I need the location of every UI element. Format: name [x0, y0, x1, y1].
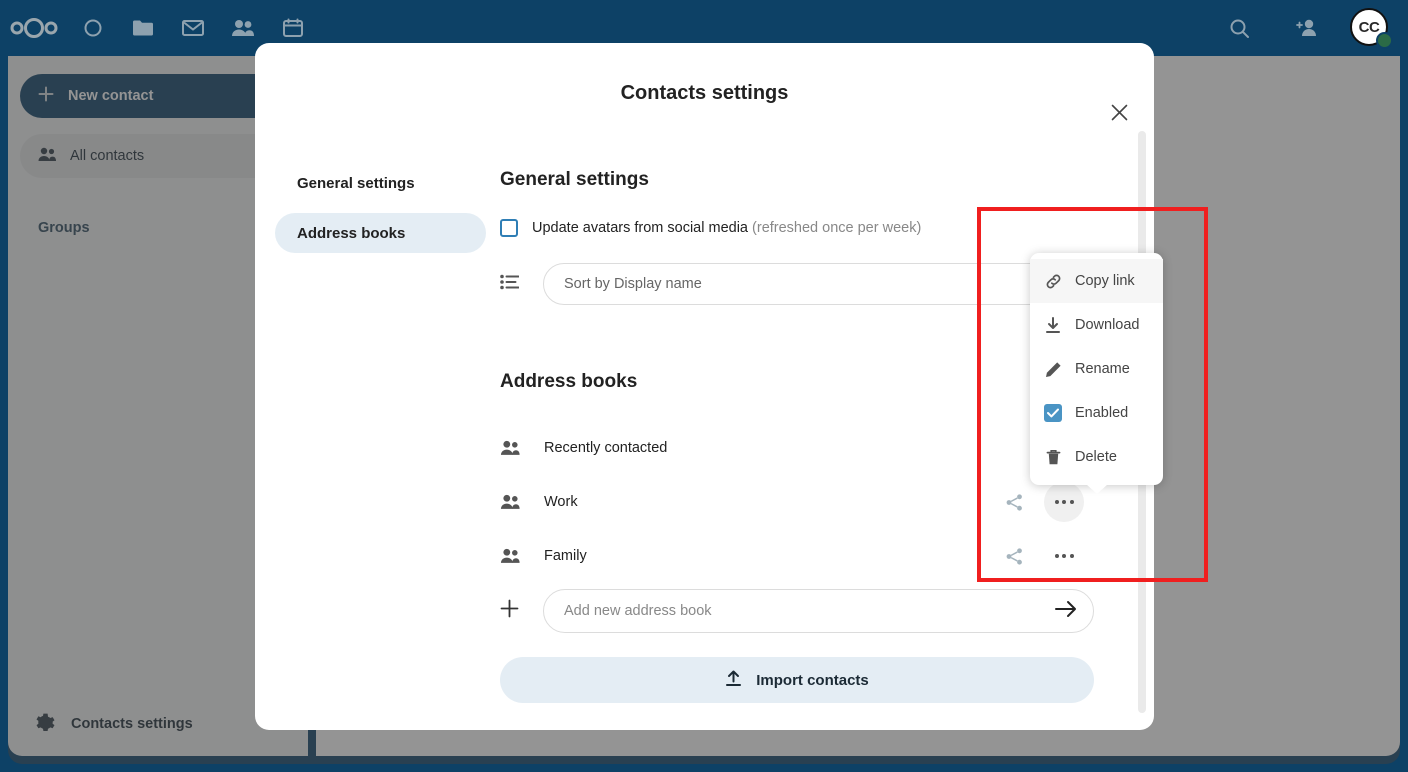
sort-list-icon: [500, 274, 519, 295]
menu-item-label: Rename: [1075, 361, 1130, 377]
add-address-book-row: Add new address book: [500, 589, 1094, 633]
pencil-icon: [1044, 361, 1062, 378]
three-dots-glyph: [1055, 500, 1074, 504]
people-icon: [500, 440, 544, 456]
modal-title: Contacts settings: [255, 43, 1154, 121]
menu-item-copy-link[interactable]: Copy link: [1030, 259, 1163, 303]
sort-by-select[interactable]: Sort by Display name: [543, 263, 1094, 305]
trash-icon: [1044, 449, 1062, 466]
menu-item-enabled[interactable]: Enabled: [1030, 391, 1163, 435]
app-window: CC New contact All contacts Groups: [0, 0, 1408, 772]
menu-item-label: Copy link: [1075, 273, 1135, 289]
address-book-row[interactable]: Recently contacted: [500, 421, 1094, 475]
menu-item-rename[interactable]: Rename: [1030, 347, 1163, 391]
header-right-actions: CC: [1214, 0, 1408, 56]
menu-item-label: Download: [1075, 317, 1140, 333]
tab-general-settings[interactable]: General settings: [275, 163, 486, 203]
search-icon[interactable]: [1214, 0, 1264, 56]
status-badge: [1376, 32, 1393, 49]
tab-address-books[interactable]: Address books: [275, 213, 486, 253]
update-avatars-row[interactable]: Update avatars from social media (refres…: [500, 219, 1094, 237]
share-icon[interactable]: [994, 482, 1034, 522]
add-address-book-input[interactable]: Add new address book: [543, 589, 1094, 633]
nav-label: General settings: [297, 175, 415, 192]
menu-item-delete[interactable]: Delete: [1030, 435, 1163, 479]
plus-icon: [500, 599, 519, 623]
update-avatars-checkbox[interactable]: [500, 219, 518, 237]
app-icon-files[interactable]: [118, 0, 168, 56]
address-book-actions-menu: Copy link Download Rename Enabled: [1030, 253, 1163, 485]
address-book-name: Recently contacted: [544, 440, 1094, 456]
download-icon: [1044, 317, 1062, 334]
update-avatars-label: Update avatars from social media (refres…: [532, 220, 921, 236]
close-icon[interactable]: [1102, 95, 1136, 129]
general-settings-heading: General settings: [500, 169, 1094, 191]
modal-nav: General settings Address books: [255, 151, 500, 730]
link-icon: [1044, 273, 1062, 290]
arrow-right-icon[interactable]: [1055, 600, 1077, 622]
menu-item-label: Enabled: [1075, 405, 1128, 421]
upload-icon: [725, 670, 742, 691]
address-book-actions: [994, 482, 1094, 522]
update-avatars-hint: (refreshed once per week): [752, 220, 921, 236]
address-books-heading: Address books: [500, 371, 1094, 393]
three-dots-icon[interactable]: [1044, 482, 1084, 522]
address-book-row[interactable]: Family: [500, 529, 1094, 583]
sort-row: Sort by Display name: [500, 263, 1094, 305]
address-book-actions: [994, 536, 1094, 576]
modal-body: General settings Address books General s…: [255, 151, 1154, 730]
address-book-row[interactable]: Work: [500, 475, 1094, 529]
enabled-checkbox: [1044, 404, 1062, 422]
contacts-settings-modal: Contacts settings General settings Addre…: [255, 43, 1154, 730]
three-dots-glyph: [1055, 554, 1074, 558]
user-contacts-icon[interactable]: [1282, 0, 1332, 56]
address-book-name: Family: [544, 548, 994, 564]
import-contacts-button[interactable]: Import contacts: [500, 657, 1094, 703]
update-avatars-text: Update avatars from social media: [532, 220, 748, 236]
nextcloud-logo[interactable]: [0, 17, 68, 39]
menu-item-label: Delete: [1075, 449, 1117, 465]
checkbox-checked-icon[interactable]: [1044, 404, 1062, 422]
menu-item-download[interactable]: Download: [1030, 303, 1163, 347]
import-contacts-label: Import contacts: [756, 672, 869, 689]
app-icon-mail[interactable]: [168, 0, 218, 56]
add-address-book-placeholder: Add new address book: [564, 603, 712, 619]
nav-label: Address books: [297, 225, 405, 242]
sort-by-value: Sort by Display name: [564, 276, 702, 292]
avatar[interactable]: CC: [1350, 8, 1390, 48]
address-book-name: Work: [544, 494, 994, 510]
app-icon-dashboard[interactable]: [68, 0, 118, 56]
people-icon: [500, 494, 544, 510]
people-icon: [500, 548, 544, 564]
share-icon[interactable]: [994, 536, 1034, 576]
three-dots-icon[interactable]: [1044, 536, 1084, 576]
